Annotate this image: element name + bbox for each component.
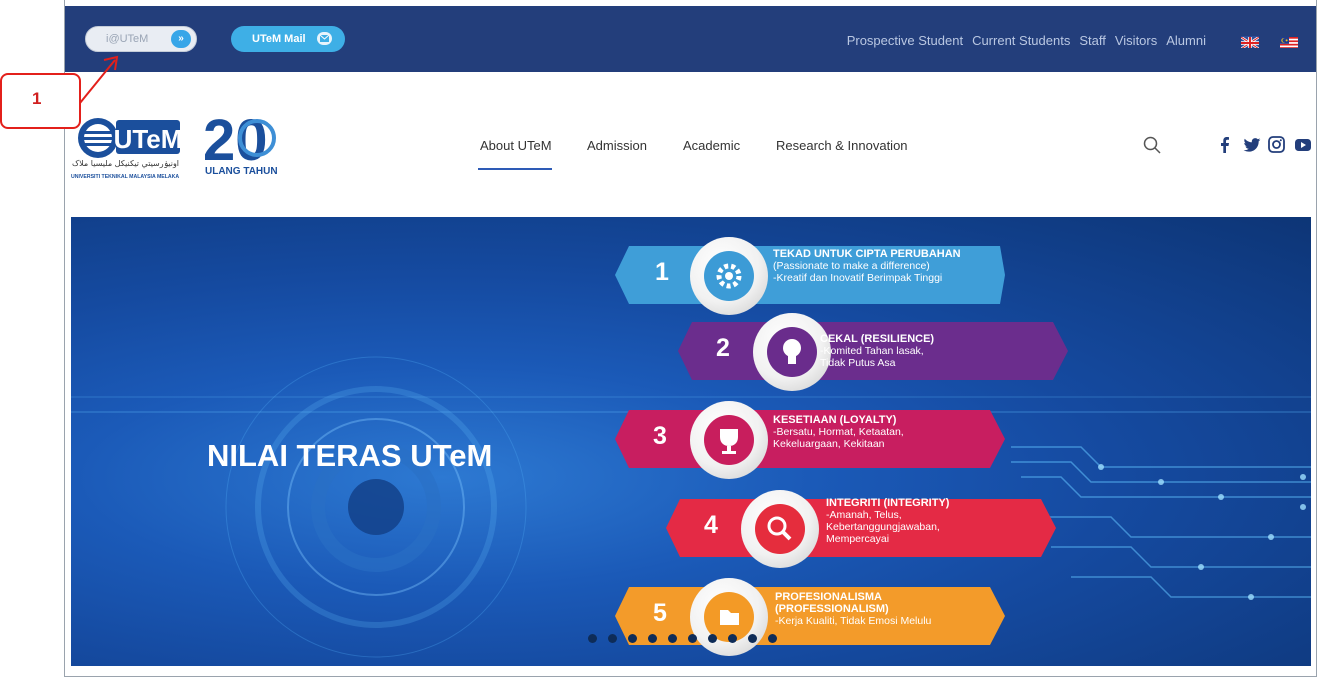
facebook-icon[interactable]: [1221, 137, 1229, 153]
annotation-callout: 1: [0, 73, 81, 129]
core-value-1-heading: TEKAD UNTUK CIPTA PERUBAHAN: [773, 248, 961, 260]
carousel-dot[interactable]: [748, 634, 757, 643]
nav-research-innovation[interactable]: Research & Innovation: [776, 138, 908, 153]
core-value-3-badge: [690, 401, 768, 479]
top-bar: i@UTeM » UTeM Mail Prospective Student C…: [65, 6, 1316, 72]
core-value-1: 1 TEKAD UNTUK CIPTA PERUBAHAN (Passionat…: [615, 237, 1005, 315]
top-link-staff[interactable]: Staff: [1079, 33, 1106, 48]
nav-admission[interactable]: Admission: [587, 138, 647, 153]
instagram-icon[interactable]: [1268, 136, 1285, 153]
lightbulb-icon: [767, 327, 817, 377]
nav-about-utem[interactable]: About UTeM: [480, 138, 552, 153]
banner-title: NILAI TERAS UTeM: [207, 438, 493, 473]
core-value-3-line-2: Kekeluargaan, Kekitaan: [773, 438, 885, 450]
core-value-2-number: 2: [716, 334, 730, 362]
utem-mail-label: UTeM Mail: [252, 33, 306, 45]
carousel-dot[interactable]: [608, 634, 617, 643]
core-value-3-line-1: -Bersatu, Hormat, Ketaatan,: [773, 426, 904, 438]
core-value-4: 4 INTEGRITI (INTEGRITY) -Amanah, Telus, …: [666, 490, 1056, 568]
core-value-1-badge: [690, 237, 768, 315]
core-value-4-badge: [741, 490, 819, 568]
core-value-5-text: PROFESIONALISMA (PROFESSIONALISM) -Kerja…: [775, 591, 931, 627]
core-value-5-line-2: -Kerja Kualiti, Tidak Emosi Melulu: [775, 615, 932, 627]
envelope-icon: [317, 32, 332, 45]
core-value-4-line-3: Mempercayai: [826, 533, 890, 545]
page: i@UTeM » UTeM Mail Prospective Student C…: [0, 0, 1317, 677]
top-link-alumni[interactable]: Alumni: [1166, 33, 1206, 48]
core-value-1-number: 1: [655, 258, 669, 286]
callout-number: 1: [32, 89, 42, 108]
core-value-1-line-1: (Passionate to make a difference): [773, 260, 930, 272]
core-value-2-line-2: Tidak Putus Asa: [820, 357, 896, 369]
nav-active-indicator: [478, 168, 552, 170]
core-value-1-line-2: -Kreatif dan Inovatif Berimpak Tinggi: [773, 272, 943, 284]
core-value-3: 3 KESETIAAN (LOYALTY) -Bersatu, Hormat, …: [615, 401, 1005, 479]
magnifier-icon: [755, 504, 805, 554]
top-link-prospective-student[interactable]: Prospective Student: [847, 33, 963, 48]
carousel-dot[interactable]: [668, 634, 677, 643]
youtube-icon[interactable]: [1295, 139, 1311, 151]
utem-logo[interactable]: UTeM اونيۏرسيتي تيکنيکل مليسيا ملاک UNIV…: [70, 108, 200, 184]
carousel-dots: [588, 634, 777, 643]
core-value-3-heading: KESETIAAN (LOYALTY): [773, 414, 897, 426]
core-value-4-text: INTEGRITI (INTEGRITY) -Amanah, Telus, Ke…: [826, 497, 949, 545]
trophy-icon: [704, 415, 754, 465]
carousel-dot[interactable]: [628, 634, 637, 643]
top-link-current-students[interactable]: Current Students: [972, 33, 1070, 48]
anniversary-logo: 20 ULANG TAHUN: [203, 108, 283, 184]
core-value-4-line-2: Kebertanggungjawaban,: [826, 521, 940, 533]
carousel-dot[interactable]: [768, 634, 777, 643]
core-value-3-text: KESETIAAN (LOYALTY) -Bersatu, Hormat, Ke…: [773, 414, 904, 450]
core-value-5-heading: PROFESIONALISMA: [775, 591, 882, 603]
carousel-dot[interactable]: [708, 634, 717, 643]
utem-jawi-text: اونيۏرسيتي تيکنيکل مليسيا ملاک: [72, 159, 179, 168]
utem-caption: UNIVERSITI TEKNIKAL MALAYSIA MELAKA: [71, 174, 179, 180]
gear-icon: [704, 251, 754, 301]
core-value-2: 2 CEKAL (RESILIENCE) -Komited Tahan lasa…: [678, 313, 1068, 391]
anniversary-number: 20: [203, 108, 268, 173]
top-link-visitors[interactable]: Visitors: [1115, 33, 1157, 48]
core-value-2-text: CEKAL (RESILIENCE) -Komited Tahan lasak,…: [820, 333, 934, 369]
core-value-5-line-1: (PROFESSIONALISM): [775, 603, 889, 615]
core-value-1-text: TEKAD UNTUK CIPTA PERUBAHAN (Passionate …: [773, 248, 961, 284]
carousel-dot[interactable]: [688, 634, 697, 643]
twitter-icon[interactable]: [1243, 138, 1261, 152]
core-value-2-line-1: -Komited Tahan lasak,: [820, 345, 924, 357]
carousel-dot[interactable]: [648, 634, 657, 643]
search-icon[interactable]: [1143, 136, 1161, 154]
utem-mail-button[interactable]: UTeM Mail: [231, 26, 345, 52]
core-value-2-heading: CEKAL (RESILIENCE): [820, 333, 935, 345]
top-links: Prospective Student Current Students Sta…: [847, 33, 1206, 48]
carousel-dot[interactable]: [588, 634, 597, 643]
hero-banner[interactable]: NILAI TERAS UTeM 1 TEKAD UNTUK CIPTA PER…: [71, 217, 1311, 666]
malaysia-flag-icon[interactable]: [1280, 36, 1298, 48]
anniversary-caption: ULANG TAHUN: [205, 166, 278, 177]
carousel-dot[interactable]: [728, 634, 737, 643]
core-value-5-badge: [690, 578, 768, 656]
nav-academic[interactable]: Academic: [683, 138, 740, 153]
core-value-4-number: 4: [704, 511, 718, 539]
core-value-4-heading: INTEGRITI (INTEGRITY): [826, 497, 950, 509]
core-value-5-number: 5: [653, 599, 667, 627]
uk-flag-icon[interactable]: [1241, 36, 1259, 48]
core-value-4-line-1: -Amanah, Telus,: [826, 509, 902, 521]
core-value-3-number: 3: [653, 422, 667, 450]
utem-wordmark: UTeM: [114, 124, 183, 154]
